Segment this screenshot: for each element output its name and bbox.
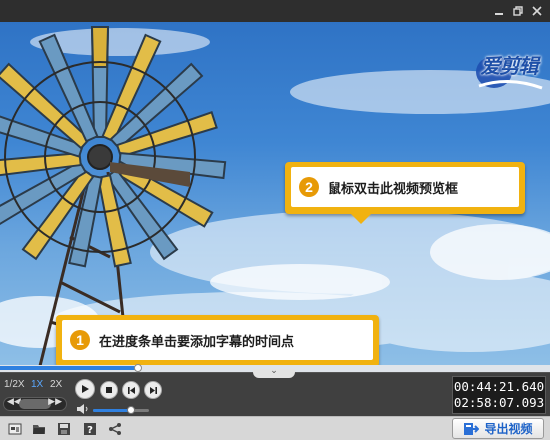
callout-text: 鼠标双击此视频预览框 <box>328 181 459 197</box>
export-icon <box>464 422 480 435</box>
callout-double-click-preview: 2 鼠标双击此视频预览框 <box>285 162 525 224</box>
share-button[interactable] <box>107 421 122 436</box>
minimize-icon <box>495 13 503 15</box>
save-icon <box>57 422 70 435</box>
callout-text: 在进度条单击要添加字幕的时间点 <box>99 334 295 350</box>
time-display: 00:44:21.640 02:58:07.093 <box>452 376 546 414</box>
export-video-button[interactable]: 导出视频 <box>452 418 544 439</box>
previous-frame-button[interactable] <box>122 381 140 399</box>
fast-forward-icon[interactable]: ▶▶ <box>48 397 62 407</box>
speed-1x-button[interactable]: 1X <box>31 379 43 390</box>
svg-text:?: ? <box>87 425 93 436</box>
progress-fill <box>0 366 138 370</box>
chevron-down-icon: ⌄ <box>270 366 278 376</box>
new-project-button[interactable] <box>7 421 22 436</box>
restore-button[interactable] <box>509 2 527 20</box>
next-icon <box>149 386 157 394</box>
speed-slider[interactable]: ◀◀ ▶▶ <box>3 397 67 411</box>
video-preview[interactable]: 爱剪辑 2 鼠标双击此视频预览框 1 在进度条单击要添加字幕的时间点 <box>0 22 550 366</box>
speed-2x-button[interactable]: 2X <box>50 379 62 390</box>
aijianji-logo: 爱剪辑 <box>474 46 544 94</box>
volume-handle[interactable] <box>127 406 136 414</box>
close-icon <box>532 6 542 16</box>
speed-slider-handle[interactable] <box>19 399 51 409</box>
bottom-toolbar: ? 导出视频 <box>0 416 550 440</box>
minimize-button[interactable] <box>490 2 508 20</box>
stop-icon <box>106 387 112 393</box>
callout-click-progress-bar: 1 在进度条单击要添加字幕的时间点 <box>56 315 379 366</box>
volume-icon[interactable] <box>77 404 89 414</box>
video-editor-window: 爱剪辑 2 鼠标双击此视频预览框 1 在进度条单击要添加字幕的时间点 1/2X … <box>0 0 550 440</box>
new-project-icon <box>8 423 21 434</box>
speed-half-button[interactable]: 1/2X <box>4 379 25 390</box>
close-button[interactable] <box>528 2 546 20</box>
help-icon: ? <box>83 422 96 436</box>
callout-step-number: 2 <box>299 177 319 197</box>
open-folder-icon <box>32 424 45 434</box>
share-icon <box>108 422 121 435</box>
playback-controls: 1/2X 1X 2X ◀◀ ▶▶ 00:44:21.640 02:58:07.0… <box>0 372 550 416</box>
callout-pointer <box>350 213 372 224</box>
restore-icon <box>513 6 523 16</box>
volume-fill <box>93 409 132 412</box>
help-button[interactable]: ? <box>82 421 97 436</box>
title-bar <box>0 0 550 22</box>
previous-icon <box>127 386 135 394</box>
volume-slider[interactable] <box>93 406 149 414</box>
play-button[interactable] <box>75 379 95 399</box>
collapse-panel-tab[interactable]: ⌄ <box>253 366 295 378</box>
stop-button[interactable] <box>100 381 118 399</box>
current-time: 00:44:21.640 <box>453 379 545 394</box>
export-video-label: 导出视频 <box>484 422 533 436</box>
callout-step-number: 1 <box>70 330 90 350</box>
progress-handle[interactable] <box>133 364 142 372</box>
next-frame-button[interactable] <box>144 381 162 399</box>
total-duration: 02:58:07.093 <box>453 395 545 410</box>
play-icon <box>82 385 89 393</box>
save-button[interactable] <box>56 421 71 436</box>
open-folder-button[interactable] <box>31 421 46 436</box>
